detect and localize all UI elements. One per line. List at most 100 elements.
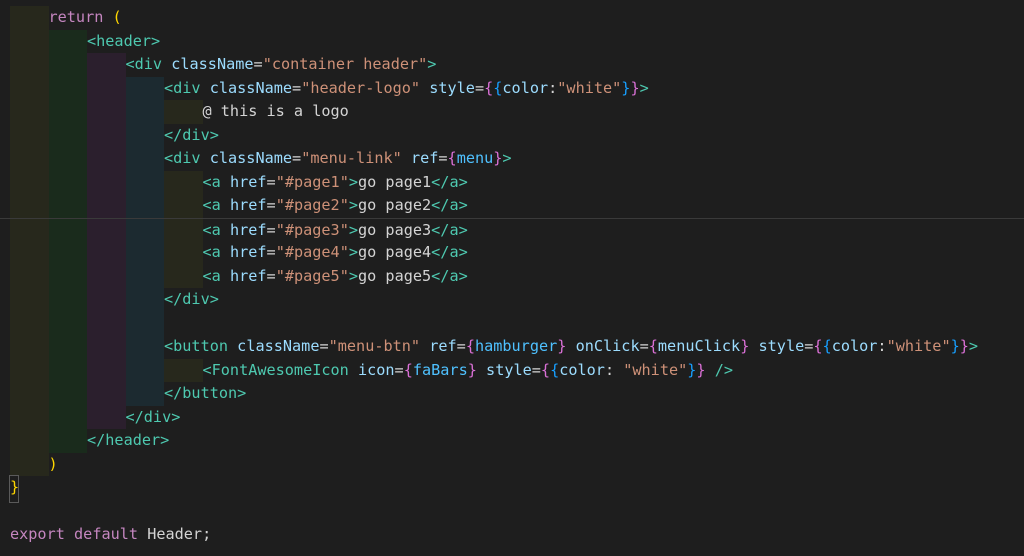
code-line[interactable]: return ( [0, 6, 1024, 30]
code-token: <button [164, 337, 229, 355]
code-token: </div> [125, 407, 181, 426]
code-line[interactable]: </header> [0, 429, 1024, 453]
code-token: "container header" [262, 55, 428, 73]
code-line[interactable] [0, 311, 1024, 335]
code-token: /> [714, 360, 734, 379]
code-token: > [427, 55, 437, 73]
code-line[interactable]: <div className="menu-link" ref={menu}> [0, 147, 1024, 171]
code-line[interactable] [0, 500, 1024, 524]
code-token: href [229, 220, 267, 239]
indent-band [125, 311, 164, 335]
code-token: faBars [412, 360, 468, 379]
code-editor[interactable]: return (<header> <div className="containe… [0, 0, 1024, 556]
code-line[interactable]: <FontAwesomeIcon icon={faBars} style={{c… [0, 358, 1024, 382]
code-token: } [696, 360, 706, 379]
code-token: "white" [623, 360, 688, 379]
code-token: { [484, 78, 494, 97]
code-token: <a [202, 220, 221, 239]
code-token: ; [202, 525, 212, 543]
code-token: ref [429, 337, 457, 355]
code-token: { [813, 337, 823, 355]
indent-band [125, 241, 164, 265]
code-line[interactable]: <button className="menu-btn" ref={hambur… [0, 335, 1024, 359]
indent-band [125, 194, 164, 218]
code-text: export default Header; [10, 523, 211, 547]
code-text: ) [49, 453, 58, 477]
indent-band [87, 147, 126, 171]
code-token: { [822, 337, 832, 355]
code-line[interactable]: <div className="header-logo" style={{col… [0, 76, 1024, 100]
code-line[interactable]: <a href="#page2">go page2</a> [0, 194, 1024, 218]
code-text: </button> [164, 382, 246, 406]
indent-band [48, 288, 87, 312]
code-token: = [639, 337, 649, 355]
code-text: <a href="#page4">go page4</a> [203, 241, 468, 265]
code-line[interactable]: ) [0, 452, 1024, 477]
indent-band [10, 218, 49, 242]
code-token: className [209, 149, 293, 167]
code-token: = [292, 78, 302, 97]
code-line[interactable]: <a href="#page1">go page1</a> [0, 170, 1024, 194]
indent-band [10, 288, 49, 312]
indent-band [87, 405, 126, 429]
code-token: } [950, 337, 960, 355]
code-line[interactable]: @ this is a logo [0, 100, 1024, 124]
code-token: : [877, 337, 887, 355]
code-line[interactable]: </div> [0, 123, 1024, 147]
code-line[interactable]: <a href="#page5">go page5</a> [0, 264, 1024, 288]
indent-band [48, 53, 87, 77]
indent-band [48, 335, 87, 359]
code-token: go page2 [358, 196, 432, 214]
indent-band [87, 123, 126, 147]
code-token: ) [48, 454, 58, 473]
indent-band [87, 311, 126, 335]
code-line[interactable]: export default Header; [0, 523, 1024, 547]
code-line[interactable]: <a href="#page3">go page3</a> [0, 217, 1024, 242]
code-token: > [348, 243, 358, 261]
code-token: color [502, 78, 549, 97]
indent-band [164, 241, 203, 265]
code-token: > [502, 149, 512, 167]
code-token: go page1 [358, 172, 432, 191]
code-token: = [438, 149, 448, 167]
code-token: className [209, 78, 293, 97]
indent-band [48, 218, 87, 242]
code-text: return ( [49, 6, 122, 30]
code-line[interactable]: <header> [0, 29, 1024, 53]
code-line[interactable]: </div> [0, 288, 1024, 312]
code-token: { [465, 337, 475, 355]
indent-band [48, 123, 87, 147]
indent-band [87, 76, 126, 100]
bracket-match-highlight [9, 475, 19, 503]
code-line[interactable]: <div className="container header"> [0, 53, 1024, 77]
code-token: <a [202, 266, 221, 285]
indent-band [10, 382, 49, 406]
indent-band [48, 170, 87, 194]
code-token: "white" [886, 337, 951, 355]
code-line[interactable]: <a href="#page4">go page4</a> [0, 241, 1024, 265]
indent-band [10, 76, 49, 100]
code-token: "#page2" [275, 196, 349, 214]
indent-band [10, 53, 49, 77]
code-line[interactable]: </div> [0, 405, 1024, 429]
code-text: <div className="menu-link" ref={menu}> [164, 147, 512, 171]
code-token: style [429, 78, 475, 97]
code-token: href [229, 266, 267, 285]
code-token: = [319, 337, 329, 355]
code-line[interactable]: </button> [0, 382, 1024, 406]
code-token: } [740, 337, 750, 355]
code-token: export [10, 525, 65, 543]
indent-band [48, 405, 87, 429]
code-token: "#page4" [275, 243, 349, 261]
indent-band [10, 100, 49, 124]
indent-band [125, 218, 164, 242]
indent-band [125, 264, 164, 288]
code-line[interactable]: } [0, 476, 1024, 500]
code-token: <div [164, 78, 201, 97]
